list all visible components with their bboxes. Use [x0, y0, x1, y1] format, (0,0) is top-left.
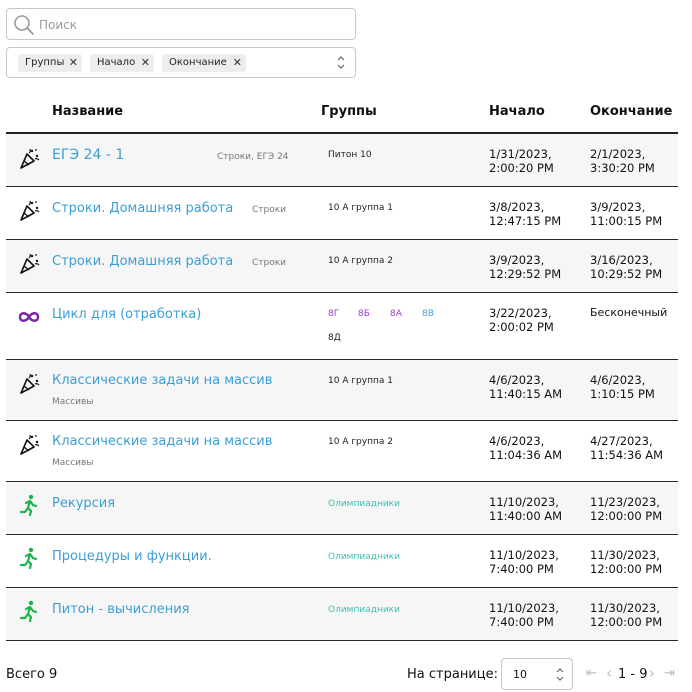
table-row[interactable]: Строки. Домашняя работа Строки 10 А груп…	[6, 240, 678, 293]
table-row[interactable]: Строки. Домашняя работа Строки 10 А груп…	[6, 187, 678, 240]
party-popper-icon	[20, 148, 40, 169]
group-tag[interactable]: 10 А группа 1	[328, 376, 393, 386]
column-header-end[interactable]: Окончание	[590, 104, 672, 119]
remove-chip-icon[interactable]: ✕	[233, 54, 242, 72]
first-page-icon[interactable]: ⇤	[586, 666, 597, 681]
search-input[interactable]	[39, 15, 339, 35]
group-tag[interactable]: 8В	[422, 309, 434, 319]
group-tag[interactable]: 8Б	[358, 309, 370, 319]
table-row[interactable]: ЕГЭ 24 - 1 Строки, ЕГЭ 24 Питон 10 1/31/…	[6, 134, 678, 187]
assignment-title-link[interactable]: Строки. Домашняя работа	[52, 254, 233, 269]
end-date: Бесконечный	[590, 306, 668, 319]
remove-chip-icon[interactable]: ✕	[69, 54, 78, 72]
filter-chip-label: Окончание	[169, 57, 227, 68]
group-tag[interactable]: Олимпиадники	[328, 605, 400, 615]
group-tag[interactable]: 10 А группа 2	[328, 437, 393, 447]
filter-chip-label: Начало	[97, 57, 136, 68]
assignment-title-link[interactable]: Цикл для (отработка)	[52, 307, 201, 322]
table-row[interactable]: Рекурсия Олимпиадники 11/10/2023, 11:40:0…	[6, 482, 678, 535]
filter-chip-end: Окончание ✕	[162, 54, 246, 72]
end-date: 4/6/2023, 1:10:15 PM	[590, 373, 655, 401]
assignment-subtitle: Строки, ЕГЭ 24	[217, 152, 289, 162]
group-tag[interactable]: 10 А группа 1	[328, 203, 393, 213]
filter-chip-label: Группы	[25, 57, 65, 68]
party-popper-icon	[20, 200, 40, 221]
prev-page-icon[interactable]: ‹	[606, 664, 612, 682]
group-tag[interactable]: 10 А группа 2	[328, 256, 393, 266]
start-date: 1/31/2023, 2:00:20 PM	[489, 147, 554, 175]
chevron-updown-icon[interactable]	[337, 55, 345, 70]
party-popper-icon	[20, 253, 40, 274]
assignment-title-link[interactable]: Рекурсия	[52, 496, 115, 511]
group-tag[interactable]: Олимпиадники	[328, 552, 400, 562]
assignment-title-link[interactable]: Процедуры и функции.	[52, 549, 212, 564]
assignment-subtitle: Строки	[252, 205, 287, 215]
search-box[interactable]	[6, 8, 356, 40]
group-tag[interactable]: 8А	[390, 309, 402, 319]
end-date: 3/16/2023, 10:29:52 PM	[590, 253, 663, 281]
running-person-icon	[19, 494, 38, 516]
page-range: 1 - 9	[618, 667, 648, 682]
table-row[interactable]: Классические задачи на массив Массивы 10…	[6, 360, 678, 421]
start-date: 4/6/2023, 11:04:36 AM	[489, 434, 563, 462]
column-header-name[interactable]: Название	[52, 104, 123, 119]
search-icon	[14, 15, 34, 35]
table-header: Название Группы Начало Окончание	[6, 98, 678, 134]
last-page-icon[interactable]: ⇥	[664, 666, 675, 681]
assignment-title-link[interactable]: Классические задачи на массив	[52, 373, 272, 388]
next-page-icon[interactable]: ›	[649, 664, 655, 682]
end-date: 3/9/2023, 11:00:15 PM	[590, 200, 663, 228]
filter-chip-groups: Группы ✕	[18, 54, 82, 72]
group-tag[interactable]: 8Г	[328, 309, 339, 319]
end-date: 11/30/2023, 12:00:00 PM	[590, 548, 663, 576]
per-page-value: 10	[513, 668, 527, 681]
table-row[interactable]: Цикл для (отработка) 8Г 8Б 8А 8В 8Д 3/22…	[6, 293, 678, 360]
total-count: Всего 9	[6, 667, 58, 682]
start-date: 11/10/2023, 11:40:00 AM	[489, 495, 563, 523]
group-tag[interactable]: Питон 10	[328, 150, 372, 160]
running-person-icon	[19, 547, 38, 569]
infinity-icon	[18, 312, 40, 322]
table-row[interactable]: Процедуры и функции. Олимпиадники 11/10/…	[6, 535, 678, 588]
start-date: 4/6/2023, 11:40:15 AM	[489, 373, 563, 401]
per-page-select[interactable]: 10	[501, 658, 573, 690]
assignment-title-link[interactable]: Питон - вычисления	[52, 602, 189, 617]
column-header-start[interactable]: Начало	[489, 104, 545, 119]
assignment-title-link[interactable]: Классические задачи на массив	[52, 434, 272, 449]
start-date: 11/10/2023, 7:40:00 PM	[489, 548, 559, 576]
end-date: 2/1/2023, 3:30:20 PM	[590, 147, 655, 175]
assignment-subtitle: Массивы	[52, 397, 94, 407]
assignment-title-link[interactable]: Строки. Домашняя работа	[52, 201, 233, 216]
per-page-label: На странице:	[407, 667, 498, 682]
filter-chip-start: Начало ✕	[90, 54, 154, 72]
running-person-icon	[19, 600, 38, 622]
filter-select[interactable]: Группы ✕ Начало ✕ Окончание ✕	[6, 47, 356, 78]
table-row[interactable]: Классические задачи на массив Массивы 10…	[6, 421, 678, 482]
table-row[interactable]: Питон - вычисления Олимпиадники 11/10/20…	[6, 588, 678, 641]
chevron-updown-icon	[556, 668, 564, 681]
party-popper-icon	[20, 373, 40, 394]
end-date: 11/30/2023, 12:00:00 PM	[590, 601, 663, 629]
party-popper-icon	[20, 434, 40, 455]
start-date: 3/22/2023, 2:00:02 PM	[489, 306, 554, 334]
group-tag[interactable]: 8Д	[328, 333, 341, 343]
end-date: 4/27/2023, 11:54:36 AM	[590, 434, 664, 462]
assignment-subtitle: Строки	[252, 258, 287, 268]
assignment-title-link[interactable]: ЕГЭ 24 - 1	[52, 147, 124, 163]
end-date: 11/23/2023, 12:00:00 PM	[590, 495, 663, 523]
assignment-subtitle: Массивы	[52, 458, 94, 468]
start-date: 3/9/2023, 12:29:52 PM	[489, 253, 562, 281]
start-date: 3/8/2023, 12:47:15 PM	[489, 200, 562, 228]
remove-chip-icon[interactable]: ✕	[141, 54, 150, 72]
start-date: 11/10/2023, 7:40:00 PM	[489, 601, 559, 629]
column-header-groups[interactable]: Группы	[321, 104, 377, 119]
group-tag[interactable]: Олимпиадники	[328, 499, 400, 509]
